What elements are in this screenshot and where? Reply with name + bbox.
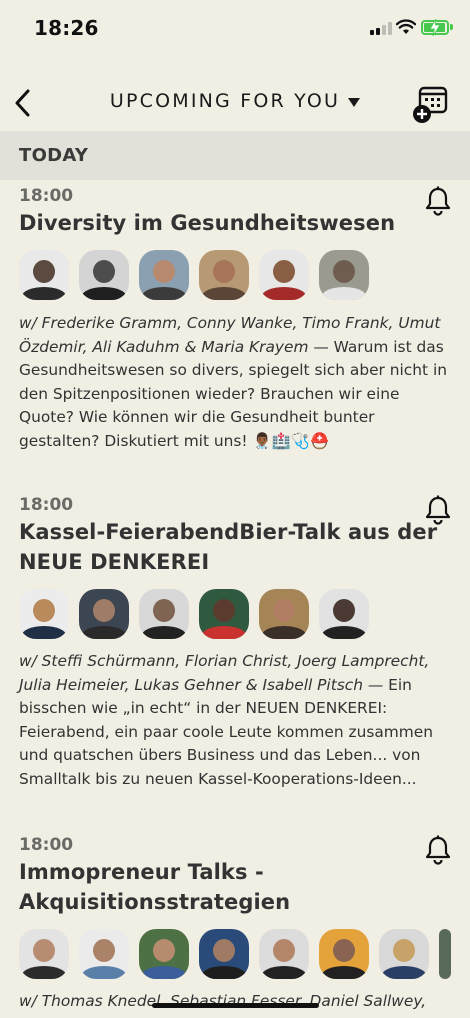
avatar[interactable] bbox=[199, 250, 249, 300]
screen: 18:26 UPCOMING FOR YOU TODAY 18:00 Diver… bbox=[0, 0, 470, 1018]
event-title-line: Kassel-FeierabendBier-Talk aus der bbox=[19, 520, 438, 544]
event-title-line: Diversity im Gesundheitswesen bbox=[19, 211, 396, 235]
avatar[interactable] bbox=[439, 929, 451, 979]
avatar[interactable] bbox=[259, 929, 309, 979]
event-time: 18:00 bbox=[19, 186, 74, 206]
battery-cap bbox=[450, 24, 453, 30]
event-title-line: NEUE DENKEREI bbox=[19, 550, 210, 574]
wifi-icon bbox=[396, 19, 416, 34]
event-description: w/ Steffi Schürmann, Florian Christ, Joe… bbox=[19, 650, 451, 791]
home-indicator bbox=[152, 1003, 319, 1008]
nav-title: UPCOMING FOR YOU bbox=[109, 90, 341, 112]
speaker-avatars bbox=[19, 589, 369, 639]
avatar[interactable] bbox=[79, 250, 129, 300]
avatar[interactable] bbox=[319, 250, 369, 300]
avatar[interactable] bbox=[319, 929, 369, 979]
avatar[interactable] bbox=[19, 250, 69, 300]
caret-down-icon bbox=[348, 97, 361, 107]
avatar[interactable] bbox=[79, 589, 129, 639]
event-description: w/ Frederike Gramm, Conny Wanke, Timo Fr… bbox=[19, 312, 451, 453]
avatar[interactable] bbox=[139, 250, 189, 300]
event-title-line: Immopreneur Talks - bbox=[19, 860, 264, 884]
avatar[interactable] bbox=[19, 929, 69, 979]
avatar[interactable] bbox=[19, 589, 69, 639]
charging-bolt-icon bbox=[429, 19, 441, 36]
avatar[interactable] bbox=[379, 929, 429, 979]
event-title: Diversity im Gesundheitswesen bbox=[19, 208, 395, 238]
cellular-signal-icon bbox=[370, 22, 392, 35]
event-title: Immopreneur Talks - Akquisitionsstrategi… bbox=[19, 857, 290, 917]
section-title: TODAY bbox=[19, 145, 89, 166]
avatar[interactable] bbox=[199, 589, 249, 639]
event-title: Kassel-FeierabendBier-Talk aus der NEUE … bbox=[19, 517, 437, 577]
avatar[interactable] bbox=[319, 589, 369, 639]
feed-selector[interactable]: UPCOMING FOR YOU bbox=[0, 90, 470, 112]
speaker-avatars bbox=[19, 929, 451, 979]
avatar[interactable] bbox=[259, 589, 309, 639]
event-description: w/ Thomas Knedel, Sebastian Fesser, Dani… bbox=[19, 990, 451, 1014]
avatar[interactable] bbox=[199, 929, 249, 979]
event-time: 18:00 bbox=[19, 835, 74, 855]
section-header-today: TODAY bbox=[0, 131, 470, 180]
speaker-avatars bbox=[19, 250, 369, 300]
event-title-line: Akquisitionsstrategien bbox=[19, 890, 291, 914]
bell-icon[interactable] bbox=[424, 835, 452, 865]
event-time: 18:00 bbox=[19, 495, 74, 515]
nav-bar: UPCOMING FOR YOU bbox=[0, 60, 470, 130]
avatar[interactable] bbox=[139, 929, 189, 979]
avatar[interactable] bbox=[79, 929, 129, 979]
bell-icon[interactable] bbox=[424, 186, 452, 216]
avatar[interactable] bbox=[259, 250, 309, 300]
status-time: 18:26 bbox=[34, 16, 99, 40]
calendar-add-icon[interactable] bbox=[412, 86, 448, 124]
avatar[interactable] bbox=[139, 589, 189, 639]
status-bar: 18:26 bbox=[0, 0, 470, 56]
